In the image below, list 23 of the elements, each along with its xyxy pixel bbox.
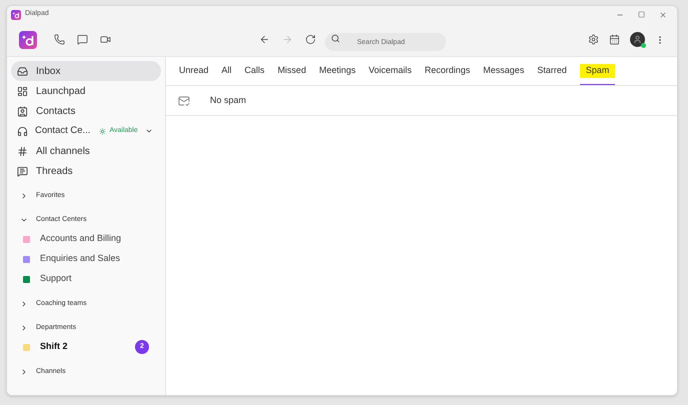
tab[interactable]: All	[222, 64, 232, 85]
sidebar-item[interactable]: Contacts	[11, 101, 161, 121]
sidebar-item[interactable]: Inbox	[11, 61, 161, 81]
channel-name: Enquiries and Sales	[40, 252, 120, 266]
channel-name: Shift 2	[40, 340, 68, 354]
sidebar-channel[interactable]: Accounts and Billing	[11, 229, 161, 249]
sidebar-item[interactable]: All channels	[11, 141, 161, 161]
tab[interactable]: Starred	[537, 64, 567, 85]
tab[interactable]: Calls	[244, 64, 265, 85]
sidebar-item[interactable]: Launchpad	[11, 81, 161, 101]
tab[interactable]: Messages	[483, 64, 524, 85]
sidebar-channel[interactable]: Support	[11, 269, 161, 289]
tab[interactable]: Meetings	[319, 64, 356, 85]
empty-state-message: No spam	[210, 94, 246, 107]
channel-name: Accounts and Billing	[40, 232, 122, 246]
tab[interactable]: Recordings	[424, 64, 470, 85]
tab[interactable]: Missed	[278, 64, 306, 85]
tab[interactable]: Unread	[179, 64, 209, 85]
sidebar-channel[interactable]: Enquiries and Sales	[11, 249, 161, 269]
channel-name: Support	[40, 272, 72, 286]
tab[interactable]: Voicemails	[368, 64, 412, 85]
sidebar-item[interactable]: Threads	[11, 161, 161, 181]
sidebar-item-label: Contact Ce...	[35, 124, 90, 138]
